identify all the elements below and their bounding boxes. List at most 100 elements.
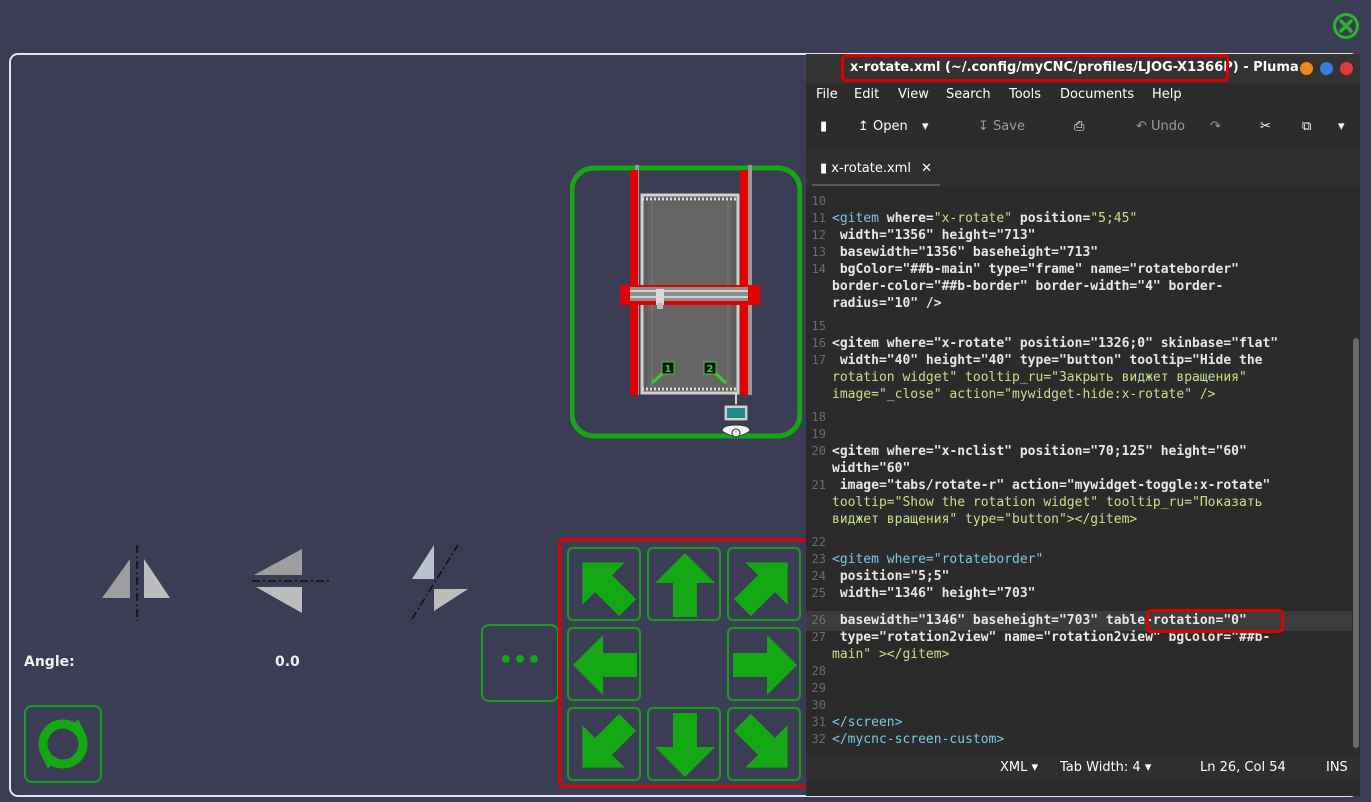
- line-number: 16: [811, 336, 826, 350]
- line-number: 11: [811, 211, 826, 225]
- toolbar: ▮ ↥ Open ▾ ↧ Save ⎙ ↶ Undo ↷ ✂ ⧉ ▾: [806, 112, 1360, 144]
- line-number: 21: [811, 478, 826, 492]
- download-icon: ↧: [978, 119, 989, 134]
- jog-down-button[interactable]: [647, 707, 721, 781]
- close-icon: [1333, 13, 1359, 39]
- redo-icon[interactable]: ↷: [1210, 119, 1221, 134]
- jog-right-button[interactable]: [727, 627, 801, 701]
- tab-width-selector[interactable]: Tab Width: 4 ▾: [1060, 760, 1151, 775]
- line-number: 10: [811, 194, 826, 208]
- code-line: basewidth="1356" baseheight="713": [832, 245, 1099, 260]
- open-button[interactable]: ↥ Open: [858, 119, 908, 134]
- new-file-icon[interactable]: ▮: [820, 119, 827, 134]
- code-line: image="tabs/rotate-r" action="mywidget-t…: [832, 478, 1271, 493]
- arrow-down-left-icon: [582, 713, 637, 768]
- toolbar-overflow-chevron-icon[interactable]: ▾: [1338, 119, 1345, 134]
- chevron-down-icon: ▾: [1144, 760, 1152, 775]
- tab-label: x-rotate.xml: [831, 161, 911, 176]
- line-number: 28: [811, 664, 826, 678]
- code-line: <gitem where="x-nclist" position="70;125…: [832, 444, 1247, 459]
- arrow-up-right-icon: [733, 562, 788, 617]
- code-line: width="1346" height="703": [832, 586, 1036, 601]
- save-button[interactable]: ↧ Save: [978, 119, 1025, 134]
- jog-left-button[interactable]: [567, 627, 641, 701]
- jog-panel: [558, 538, 810, 788]
- reset-rotation-button[interactable]: [24, 705, 102, 783]
- menu-edit[interactable]: Edit: [854, 87, 879, 102]
- tab-x-rotate[interactable]: ▮ x-rotate.xml ✕: [812, 154, 941, 186]
- jog-up-button[interactable]: [647, 547, 721, 621]
- mirror-vertical-button[interactable]: [100, 543, 178, 623]
- jog-down-left-button[interactable]: [567, 707, 641, 781]
- line-number: 23: [811, 552, 826, 566]
- arrow-right-icon: [733, 635, 797, 695]
- undo-label: Undo: [1151, 119, 1186, 134]
- marker-1-label: 1: [665, 364, 672, 375]
- code-scrollbar[interactable]: [1352, 188, 1360, 754]
- mirror-horizontal-icon: [252, 549, 330, 613]
- line-number: 24: [811, 569, 826, 583]
- language-selector[interactable]: XML ▾: [1000, 760, 1038, 775]
- menu-view[interactable]: View: [898, 87, 929, 102]
- line-number: 13: [811, 245, 826, 259]
- arrow-down-right-icon: [733, 713, 788, 768]
- code-line: position="5;5": [832, 569, 950, 584]
- open-dropdown-chevron-icon[interactable]: ▾: [922, 119, 929, 134]
- mirror-vertical-icon: [102, 545, 170, 621]
- print-icon[interactable]: ⎙: [1074, 119, 1084, 134]
- close-widget-button[interactable]: [1330, 10, 1362, 42]
- menu-file[interactable]: File: [816, 87, 838, 102]
- angle-label: Angle:: [24, 654, 75, 670]
- code-line: width="40" height="40" type="button" too…: [832, 353, 1263, 368]
- arrow-up-left-icon: [582, 562, 637, 617]
- save-label: Save: [993, 119, 1025, 134]
- jog-down-right-button[interactable]: [727, 707, 801, 781]
- jog-up-right-button[interactable]: [727, 547, 801, 621]
- copy-icon[interactable]: ⧉: [1302, 119, 1311, 134]
- menu-documents[interactable]: Documents: [1060, 87, 1134, 102]
- code-line: radius="10" />: [832, 296, 942, 311]
- document-icon: ▮: [820, 161, 828, 176]
- mirror-horizontal-button[interactable]: [252, 545, 332, 620]
- code-line: <gitem where="rotateborder": [832, 552, 1044, 567]
- more-label: •••: [498, 648, 542, 673]
- jog-up-left-button[interactable]: [567, 547, 641, 621]
- line-number: 25: [811, 586, 826, 600]
- maximize-window-button[interactable]: [1320, 62, 1333, 75]
- tab-close-icon[interactable]: ✕: [921, 161, 932, 176]
- mirror-diagonal-icon: [411, 544, 468, 620]
- code-line: <gitem where="x-rotate" position="1326;0…: [832, 336, 1279, 351]
- minimize-window-button[interactable]: [1300, 62, 1313, 75]
- mirror-diagonal-button[interactable]: [410, 543, 474, 623]
- menu-bar: File Edit View Search Tools Documents He…: [806, 84, 1360, 108]
- line-number: 19: [811, 427, 826, 441]
- code-area[interactable]: 10 11 12 13 14 15 16 17 18 19 20 21 22 2…: [806, 188, 1352, 754]
- machine-view[interactable]: 1 2: [569, 165, 803, 445]
- title-highlight-box: [841, 54, 1229, 82]
- upload-icon: ↥: [858, 119, 869, 134]
- line-number: 32: [811, 732, 826, 746]
- app-name: - Pluma: [1238, 60, 1299, 75]
- code-line: width="60": [832, 461, 911, 476]
- line-number: 31: [811, 715, 826, 729]
- line-number: 29: [811, 681, 826, 695]
- menu-search[interactable]: Search: [946, 87, 991, 102]
- close-window-button[interactable]: [1340, 62, 1353, 75]
- code-line: <gitem where="x-rotate" position="5;45": [832, 211, 1138, 226]
- marker-2-label: 2: [707, 364, 714, 375]
- code-line: image="_close" action="mywidget-hide:x-r…: [832, 387, 1216, 402]
- arrow-up-icon: [655, 553, 715, 617]
- machine-diagram: 1 2: [569, 165, 803, 439]
- menu-tools[interactable]: Tools: [1009, 87, 1041, 102]
- scroll-thumb[interactable]: [1353, 338, 1359, 748]
- angle-value: 0.0: [275, 654, 300, 670]
- status-bar: XML ▾ Tab Width: 4 ▾ Ln 26, Col 54 INS: [806, 754, 1360, 782]
- language-label: XML: [1000, 760, 1028, 775]
- cut-icon[interactable]: ✂: [1260, 119, 1271, 134]
- chevron-down-icon: ▾: [1031, 760, 1039, 775]
- more-button[interactable]: •••: [481, 624, 559, 702]
- menu-help[interactable]: Help: [1152, 87, 1182, 102]
- undo-button[interactable]: ↶ Undo: [1136, 119, 1185, 134]
- line-number: 18: [811, 410, 826, 424]
- title-bar: x-rotate.xml (~/.config/myCNC/profiles/L…: [806, 54, 1360, 84]
